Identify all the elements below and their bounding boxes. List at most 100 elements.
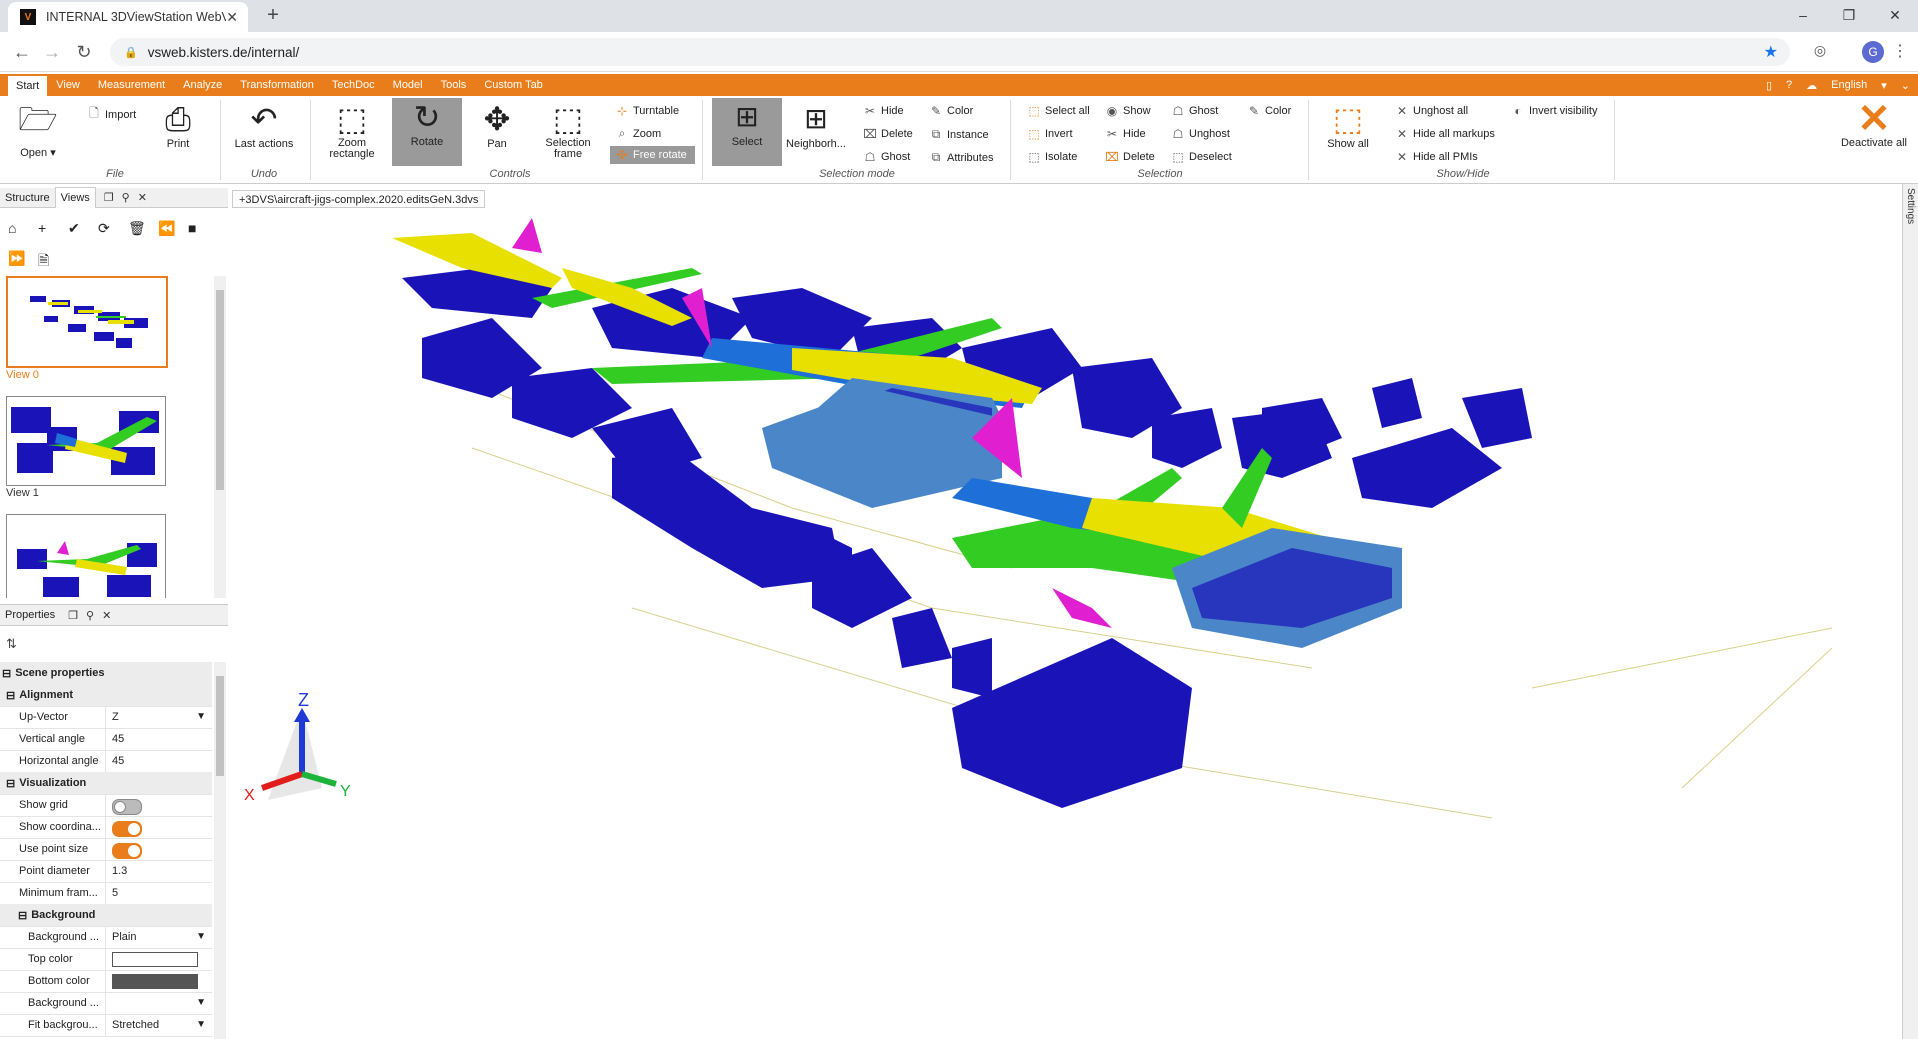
mode-delete-button[interactable]: ⌧ Delete <box>862 127 913 141</box>
trash-icon[interactable]: 🗑 <box>128 220 146 237</box>
color-swatch[interactable] <box>112 951 198 967</box>
dropdown-arrow-icon[interactable]: ▼ <box>196 706 206 728</box>
zoom-button[interactable]: ⌕ Zoom <box>614 126 662 141</box>
sort-icon[interactable]: ⇅ <box>6 636 17 652</box>
property-row[interactable]: Horizontal angle 45 <box>0 750 212 773</box>
turntable-button[interactable]: ⊹ Turntable <box>614 104 679 118</box>
free-rotate-button[interactable]: ✣ Free rotate <box>610 146 695 164</box>
document-tab[interactable]: +3DVS\aircraft-jigs-complex.2020.editsGe… <box>232 190 486 208</box>
properties-scrollbar[interactable] <box>214 662 226 1039</box>
float-panel-icon[interactable]: ❐ <box>68 609 78 622</box>
property-group-header[interactable]: ⊟ Visualization <box>0 772 212 795</box>
fast-forward-icon[interactable]: ⏩ <box>8 250 25 267</box>
3d-viewport[interactable]: Z X Y <box>232 208 1902 1039</box>
open-button[interactable]: 🗁 Open ▾ <box>8 100 68 159</box>
collapse-icon[interactable]: ⊟ <box>18 909 27 922</box>
property-row[interactable]: Fit backgrou... Stretched ▼ <box>0 1014 212 1037</box>
refresh-view-icon[interactable]: ⟳ <box>98 220 110 237</box>
neighborhood-button[interactable]: ⊞ Neighborh... <box>784 100 848 150</box>
selection-color-button[interactable]: ✎ Color <box>1246 104 1291 118</box>
chevron-down-icon[interactable]: ▾ <box>1881 79 1887 92</box>
close-panel-icon[interactable]: ✕ <box>102 609 111 622</box>
properties-scrollbar-thumb[interactable] <box>216 676 224 776</box>
collapse-ribbon-icon[interactable]: ⌄ <box>1901 79 1910 92</box>
rewind-icon[interactable]: ⏪ <box>158 220 175 237</box>
forward-button[interactable]: → <box>40 40 64 64</box>
profile-avatar[interactable]: G <box>1862 41 1884 63</box>
menu-view[interactable]: View <box>47 74 89 96</box>
selection-delete-button[interactable]: ⌧ Delete <box>1104 150 1155 164</box>
property-color[interactable] <box>105 948 212 970</box>
new-tab-button[interactable]: + <box>262 4 284 26</box>
property-row[interactable]: Background ... Plain ▼ <box>0 926 212 949</box>
print-button[interactable]: ⎙ Print <box>156 100 200 150</box>
address-input[interactable]: 🔒 vsweb.kisters.de/internal/ ★ <box>110 38 1790 66</box>
property-row[interactable]: Background ... ▼ <box>0 992 212 1015</box>
language-select[interactable]: English <box>1831 79 1867 91</box>
property-color[interactable] <box>105 970 212 992</box>
extension-icon[interactable]: ◎ <box>1810 42 1830 62</box>
mode-hide-button[interactable]: ✂ Hide <box>862 104 904 118</box>
reload-button[interactable]: ↻ <box>72 40 96 64</box>
property-toggle[interactable] <box>105 816 212 838</box>
property-row[interactable]: Point diameter 1.3 <box>0 860 212 883</box>
property-value[interactable]: 5 <box>105 882 212 904</box>
tab-views[interactable]: Views <box>54 187 96 208</box>
views-scrollbar[interactable] <box>214 276 226 598</box>
property-toggle[interactable] <box>105 794 212 816</box>
property-toggle[interactable] <box>105 838 212 860</box>
restore-window-button[interactable]: ❐ <box>1826 4 1872 26</box>
pan-button[interactable]: ✥ Pan <box>472 100 522 150</box>
hide-all-pmis-button[interactable]: ✕ Hide all PMIs <box>1394 150 1478 164</box>
home-view-icon[interactable]: ⌂ <box>8 220 16 236</box>
property-select[interactable]: Z ▼ <box>105 706 212 728</box>
close-panel-icon[interactable]: ✕ <box>138 191 147 204</box>
property-value[interactable]: 1.3 <box>105 860 212 882</box>
property-group-header[interactable]: ⊟ Scene properties <box>0 662 212 685</box>
export-file-icon[interactable]: 🗎 <box>38 250 49 274</box>
pin-icon[interactable]: ⚲ <box>86 609 94 622</box>
float-panel-icon[interactable]: ❐ <box>104 191 114 204</box>
tab-structure[interactable]: Structure <box>0 188 55 208</box>
selection-hide-button[interactable]: ✂ Hide <box>1104 127 1146 141</box>
menu-transformation[interactable]: Transformation <box>231 74 323 96</box>
cloud-icon[interactable]: ☁ <box>1806 79 1817 92</box>
help-icon[interactable]: ? <box>1786 79 1792 91</box>
property-value[interactable]: 45 <box>105 750 212 772</box>
property-value[interactable]: 45 <box>105 728 212 750</box>
mobile-icon[interactable]: ▯ <box>1766 79 1772 92</box>
dropdown-arrow-icon[interactable]: ▼ <box>196 926 206 948</box>
property-row[interactable]: Top color <box>0 948 212 971</box>
minimize-window-button[interactable]: – <box>1780 4 1826 26</box>
property-select[interactable]: Stretched ▼ <box>105 1014 212 1036</box>
invert-visibility-button[interactable]: ◐ Invert visibility <box>1510 104 1597 118</box>
property-row[interactable]: Show grid <box>0 794 212 817</box>
dropdown-arrow-icon[interactable]: ▼ <box>196 1014 206 1036</box>
menu-start[interactable]: Start <box>8 76 48 96</box>
menu-techdoc[interactable]: TechDoc <box>323 74 384 96</box>
add-view-icon[interactable]: + <box>38 220 46 236</box>
collapse-icon[interactable]: ⊟ <box>2 667 11 680</box>
show-button[interactable]: ◉ Show <box>1104 104 1151 118</box>
deactivate-all-button[interactable]: ✕ Deactivate all <box>1838 99 1910 149</box>
property-row[interactable]: Minimum fram... 5 <box>0 882 212 905</box>
instance-button[interactable]: ⧉ Instance <box>928 127 989 142</box>
color-swatch[interactable] <box>112 973 198 989</box>
bookmark-star-icon[interactable]: ★ <box>1764 42 1778 62</box>
mode-color-button[interactable]: ✎ Color <box>928 104 973 118</box>
stop-icon[interactable]: ■ <box>188 220 196 236</box>
hide-all-markups-button[interactable]: ✕ Hide all markups <box>1394 127 1495 141</box>
zoom-rectangle-button[interactable]: ⬚ Zoom rectangle <box>322 100 382 160</box>
selection-ghost-button[interactable]: ☖ Ghost <box>1170 104 1219 118</box>
property-select[interactable]: ▼ <box>105 992 212 1014</box>
select-button[interactable]: ⊞ Select <box>712 98 782 166</box>
last-actions-button[interactable]: ↶ Last actions <box>232 100 296 150</box>
rotate-button[interactable]: ↻ Rotate <box>392 98 462 166</box>
toggle-switch[interactable] <box>112 842 142 859</box>
property-row[interactable]: Vertical angle 45 <box>0 728 212 751</box>
select-all-button[interactable]: ⬚ Select all <box>1026 104 1089 118</box>
menu-tools[interactable]: Tools <box>432 74 476 96</box>
property-select[interactable]: Plain ▼ <box>105 926 212 948</box>
menu-custom-tab[interactable]: Custom Tab <box>475 74 552 96</box>
collapse-icon[interactable]: ⊟ <box>6 689 15 702</box>
